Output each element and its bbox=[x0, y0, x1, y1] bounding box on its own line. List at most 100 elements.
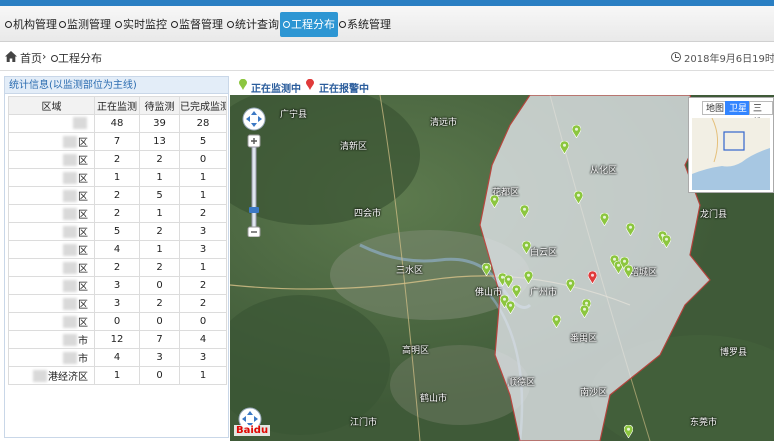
done-count-cell: 0 bbox=[179, 312, 227, 331]
monitoring-pin-icon[interactable] bbox=[574, 191, 583, 204]
monitoring-pin-icon[interactable] bbox=[566, 279, 575, 292]
nav-item-system[interactable]: 系统管理 bbox=[336, 12, 394, 37]
region-cell: 区 bbox=[8, 240, 95, 259]
stats-panel: 统计信息(以监测部位为主线) 区域 正在监测 待监测 已完成监测 48 39 28 区… bbox=[4, 76, 229, 438]
green-pin-icon bbox=[239, 79, 247, 90]
monitoring-count-cell: 3 bbox=[94, 294, 140, 313]
pending-count-cell: 39 bbox=[139, 114, 180, 133]
region-suffix: 区 bbox=[78, 300, 88, 311]
col-header-monitoring: 正在监测 bbox=[94, 96, 140, 115]
satellite-map[interactable]: 广宁县 四会市 三水区 高明区 鹤山市 顺德区 佛山市 从化区 花都区 白云区 … bbox=[230, 95, 774, 441]
monitoring-pin-icon[interactable] bbox=[482, 263, 491, 276]
monitoring-pin-icon[interactable] bbox=[512, 285, 521, 298]
monitoring-pin-icon[interactable] bbox=[572, 125, 581, 138]
map-type-switcher: 地图 卫星 三维 bbox=[688, 97, 774, 193]
nav-label: 实时监控 bbox=[123, 18, 167, 31]
nav-item-org[interactable]: 机构管理 bbox=[2, 12, 60, 37]
region-cell: 区 bbox=[8, 276, 95, 295]
nav-item-stats[interactable]: 统计查询 bbox=[224, 12, 282, 37]
monitoring-count-cell: 48 bbox=[94, 114, 140, 133]
col-header-done: 已完成监测 bbox=[179, 96, 227, 115]
monitoring-pin-icon[interactable] bbox=[522, 241, 531, 254]
redacted-region-name bbox=[63, 280, 77, 292]
region-suffix: 区 bbox=[78, 264, 88, 275]
pending-count-cell: 0 bbox=[139, 276, 180, 295]
redacted-region-name bbox=[63, 352, 77, 364]
table-row: 市433 bbox=[8, 348, 227, 367]
circle-icon bbox=[227, 21, 234, 28]
redacted-region-name bbox=[63, 226, 77, 238]
pending-count-cell: 0 bbox=[139, 312, 180, 331]
monitoring-pin-icon[interactable] bbox=[662, 235, 671, 248]
circle-icon bbox=[171, 21, 178, 28]
monitoring-pin-icon[interactable] bbox=[626, 223, 635, 236]
stats-panel-title: 统计信息(以监测部位为主线) bbox=[5, 77, 228, 94]
circle-icon bbox=[283, 21, 290, 28]
col-header-pending: 待监测 bbox=[139, 96, 180, 115]
circle-icon bbox=[115, 21, 122, 28]
monitoring-count-cell: 2 bbox=[94, 150, 140, 169]
monitoring-pin-icon[interactable] bbox=[524, 271, 533, 284]
legend-monitoring: 正在监测中 bbox=[251, 84, 301, 95]
table-row: 港经济区 1 0 1 bbox=[8, 366, 227, 385]
map-label: 高明区 bbox=[402, 346, 430, 356]
map-label: 顺德区 bbox=[508, 378, 536, 388]
map-label: 龙门县 bbox=[700, 210, 728, 220]
redacted-region-name bbox=[63, 172, 77, 184]
breadcrumb-bar: 首页 › 工程分布 2018年9月6日19时21分28 bbox=[0, 43, 774, 71]
nav-item-project-distribution[interactable]: 工程分布 bbox=[280, 12, 338, 37]
done-count-cell: 0 bbox=[179, 150, 227, 169]
redacted-region-name bbox=[63, 334, 77, 346]
region-suffix: 港经济区 bbox=[48, 372, 88, 383]
monitoring-pin-icon[interactable] bbox=[600, 213, 609, 226]
baidu-logo: Baidu bbox=[234, 425, 271, 436]
monitoring-pin-icon[interactable] bbox=[552, 315, 561, 328]
alarm-pin-icon[interactable] bbox=[588, 271, 597, 284]
region-suffix: 区 bbox=[78, 210, 88, 221]
chevron-right-icon: › bbox=[42, 50, 47, 63]
region-suffix: 区 bbox=[78, 282, 88, 293]
region-suffix: 区 bbox=[78, 228, 88, 239]
monitoring-count-cell: 2 bbox=[94, 258, 140, 277]
region-suffix: 市 bbox=[78, 354, 88, 365]
monitoring-pin-icon[interactable] bbox=[580, 305, 589, 318]
nav-item-supervision[interactable]: 监督管理 bbox=[168, 12, 226, 37]
stats-table-body: 48 39 28 区 7 13 5 区 2 2 0 区 1 1 1 区 2 5 1 区 2 1 2 区 5 2 3 区 4 1 3 区 2 2 1 区… bbox=[8, 114, 227, 385]
region-suffix: 区 bbox=[78, 192, 88, 203]
monitoring-pin-icon[interactable] bbox=[506, 301, 515, 314]
monitoring-pin-icon[interactable] bbox=[624, 265, 633, 278]
monitoring-pin-icon[interactable] bbox=[624, 425, 633, 438]
done-count-cell: 5 bbox=[179, 132, 227, 151]
done-count-cell: 4 bbox=[179, 330, 227, 349]
map-label: 江门市 bbox=[350, 418, 378, 428]
redacted-region-name bbox=[63, 208, 77, 220]
col-header-region: 区域 bbox=[8, 96, 95, 115]
breadcrumb-home[interactable]: 首页 bbox=[20, 50, 42, 66]
map-type-satellite-button[interactable]: 卫星 bbox=[725, 101, 752, 115]
redacted-region-name bbox=[63, 244, 77, 256]
table-row: 区111 bbox=[8, 168, 227, 187]
nav-label: 系统管理 bbox=[347, 18, 391, 31]
monitoring-count-cell: 0 bbox=[94, 312, 140, 331]
region-suffix: 区 bbox=[78, 156, 88, 167]
nav-item-realtime[interactable]: 实时监控 bbox=[112, 12, 170, 37]
nav-label: 统计查询 bbox=[235, 18, 279, 31]
map-zoom-control[interactable] bbox=[242, 107, 266, 237]
map-type-3d-button[interactable]: 三维 bbox=[749, 101, 773, 128]
map-label: 东莞市 bbox=[690, 418, 718, 428]
table-row: 区220 bbox=[8, 150, 227, 169]
region-cell: 区 bbox=[8, 168, 95, 187]
table-row: 区322 bbox=[8, 294, 227, 313]
overview-minimap[interactable] bbox=[692, 118, 770, 190]
legend-alarm: 正在报警中 bbox=[319, 84, 369, 95]
map-label: 广宁县 bbox=[280, 110, 308, 120]
monitoring-pin-icon[interactable] bbox=[560, 141, 569, 154]
circle-icon bbox=[51, 55, 58, 62]
region-cell: 区 bbox=[8, 222, 95, 241]
monitoring-pin-icon[interactable] bbox=[490, 195, 499, 208]
monitoring-pin-icon[interactable] bbox=[520, 205, 529, 218]
done-count-cell: 3 bbox=[179, 348, 227, 367]
region-cell: 港经济区 bbox=[8, 366, 95, 385]
nav-item-monitoring[interactable]: 监测管理 bbox=[56, 12, 114, 37]
map-label: 白云区 bbox=[530, 248, 558, 258]
